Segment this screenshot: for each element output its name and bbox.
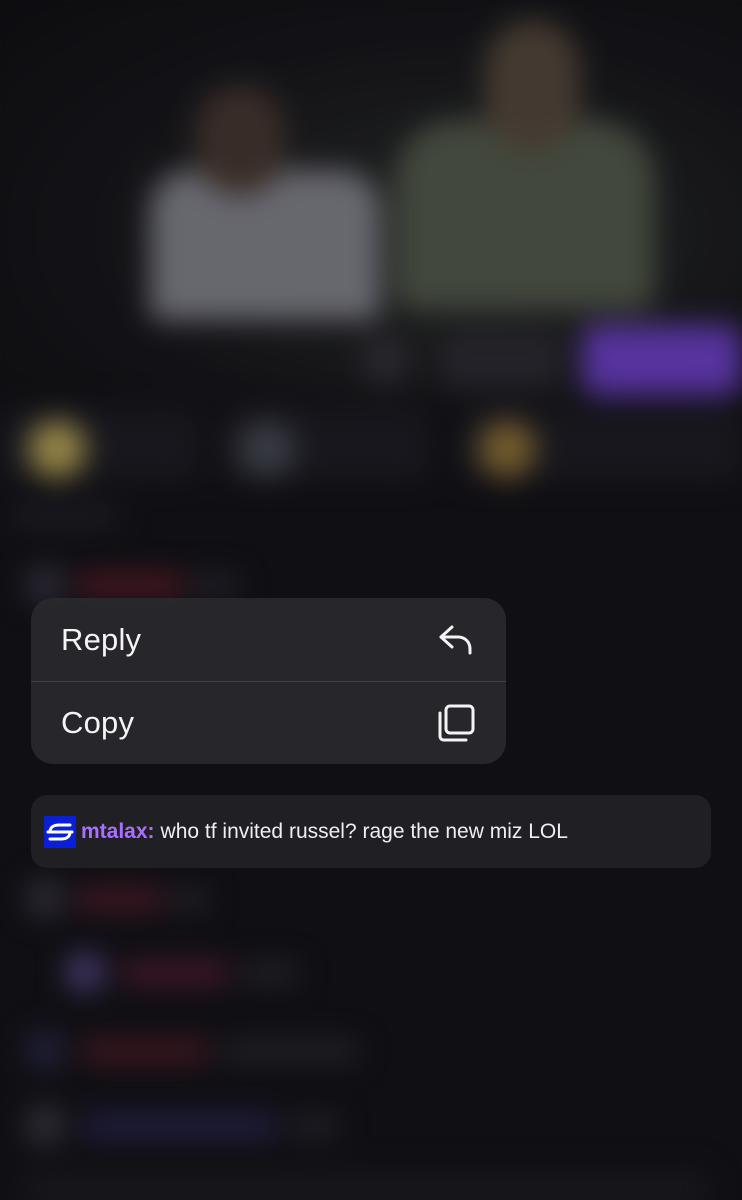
- username-separator: :: [147, 819, 155, 843]
- copy-label: Copy: [61, 705, 135, 740]
- chat-username[interactable]: mtalax: [81, 820, 148, 844]
- reply-arrow-icon: [436, 620, 476, 660]
- copy-menu-item[interactable]: Copy: [31, 681, 506, 764]
- chat-message-text: who tf invited russel? rage the new miz …: [160, 819, 568, 843]
- channel-subscriber-badge-icon: [44, 815, 76, 848]
- copy-icon: [436, 703, 476, 743]
- screen: Reply Copy mtalax: who tf invited russe…: [0, 0, 742, 1200]
- chat-message[interactable]: mtalax : who tf invited russel? rage the…: [31, 795, 711, 868]
- reply-label: Reply: [61, 621, 142, 657]
- reply-menu-item[interactable]: Reply: [31, 598, 506, 681]
- context-menu: Reply Copy: [31, 598, 506, 764]
